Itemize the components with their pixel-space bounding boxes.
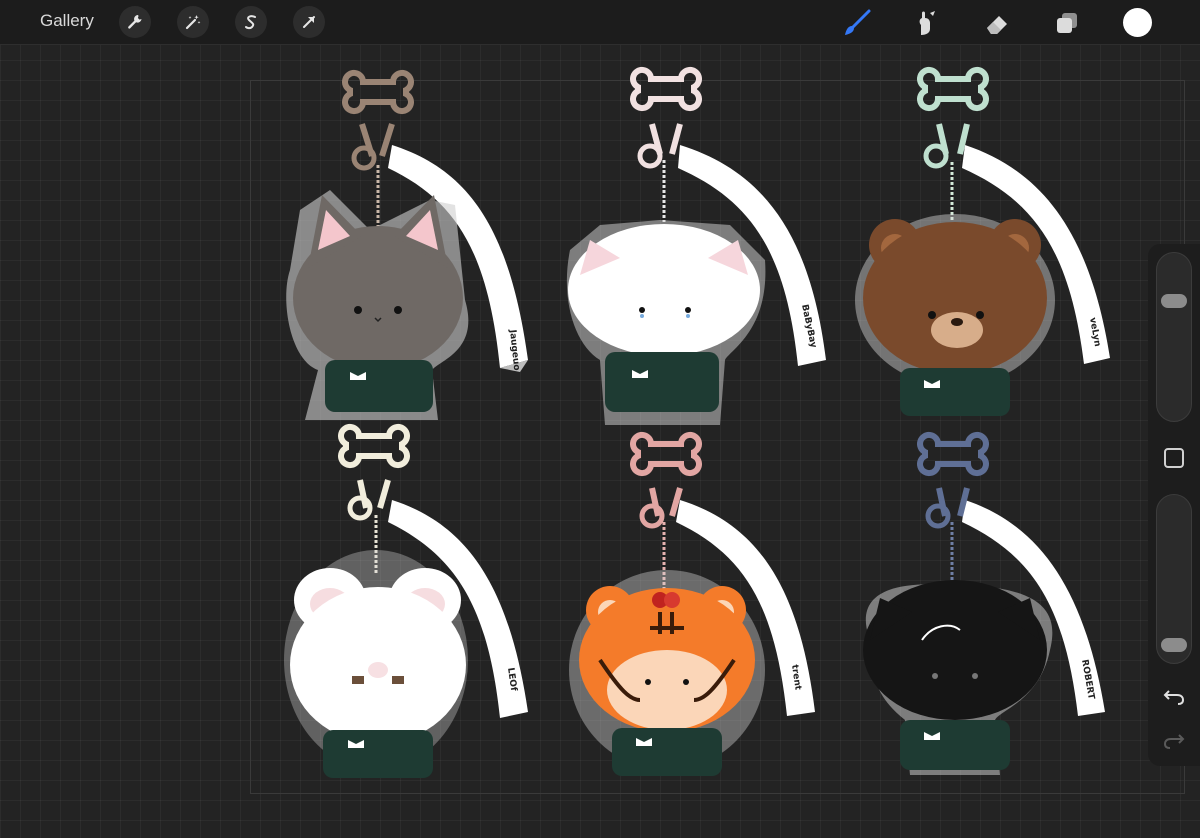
- keychain-brown-bear: veLyn: [855, 70, 1110, 416]
- artwork: Jaugeuo BaByBay veLyn LEOf trent ROBERT: [284, 0, 1110, 778]
- bone-hanger: [345, 73, 411, 111]
- opacity-knob[interactable]: [1161, 637, 1187, 652]
- keychain-white-cat: BaByBay: [566, 70, 826, 425]
- undo-icon[interactable]: [1160, 684, 1188, 708]
- keychain-white-bunny: LEOf: [284, 427, 528, 778]
- keychain-grey-cat: Jaugeuo: [286, 73, 528, 420]
- brush-size-knob[interactable]: [1161, 293, 1187, 308]
- keychain-black-cat: ROBERT: [863, 435, 1105, 775]
- cat-head: [568, 224, 760, 356]
- right-sidebar: [1148, 244, 1200, 766]
- brush-size-slider[interactable]: [1156, 252, 1192, 422]
- modify-button[interactable]: [1164, 448, 1184, 468]
- bone-hanger: [920, 435, 986, 473]
- bone-hanger: [341, 427, 407, 465]
- bone-hanger: [633, 435, 699, 473]
- keychain-orange-tiger: trent: [569, 435, 815, 776]
- bear-head: [863, 222, 1047, 374]
- opacity-slider[interactable]: [1156, 494, 1192, 664]
- bone-hanger: [920, 70, 986, 108]
- cat-head: [863, 580, 1047, 720]
- bone-hanger: [633, 70, 699, 108]
- redo-icon[interactable]: [1160, 728, 1188, 752]
